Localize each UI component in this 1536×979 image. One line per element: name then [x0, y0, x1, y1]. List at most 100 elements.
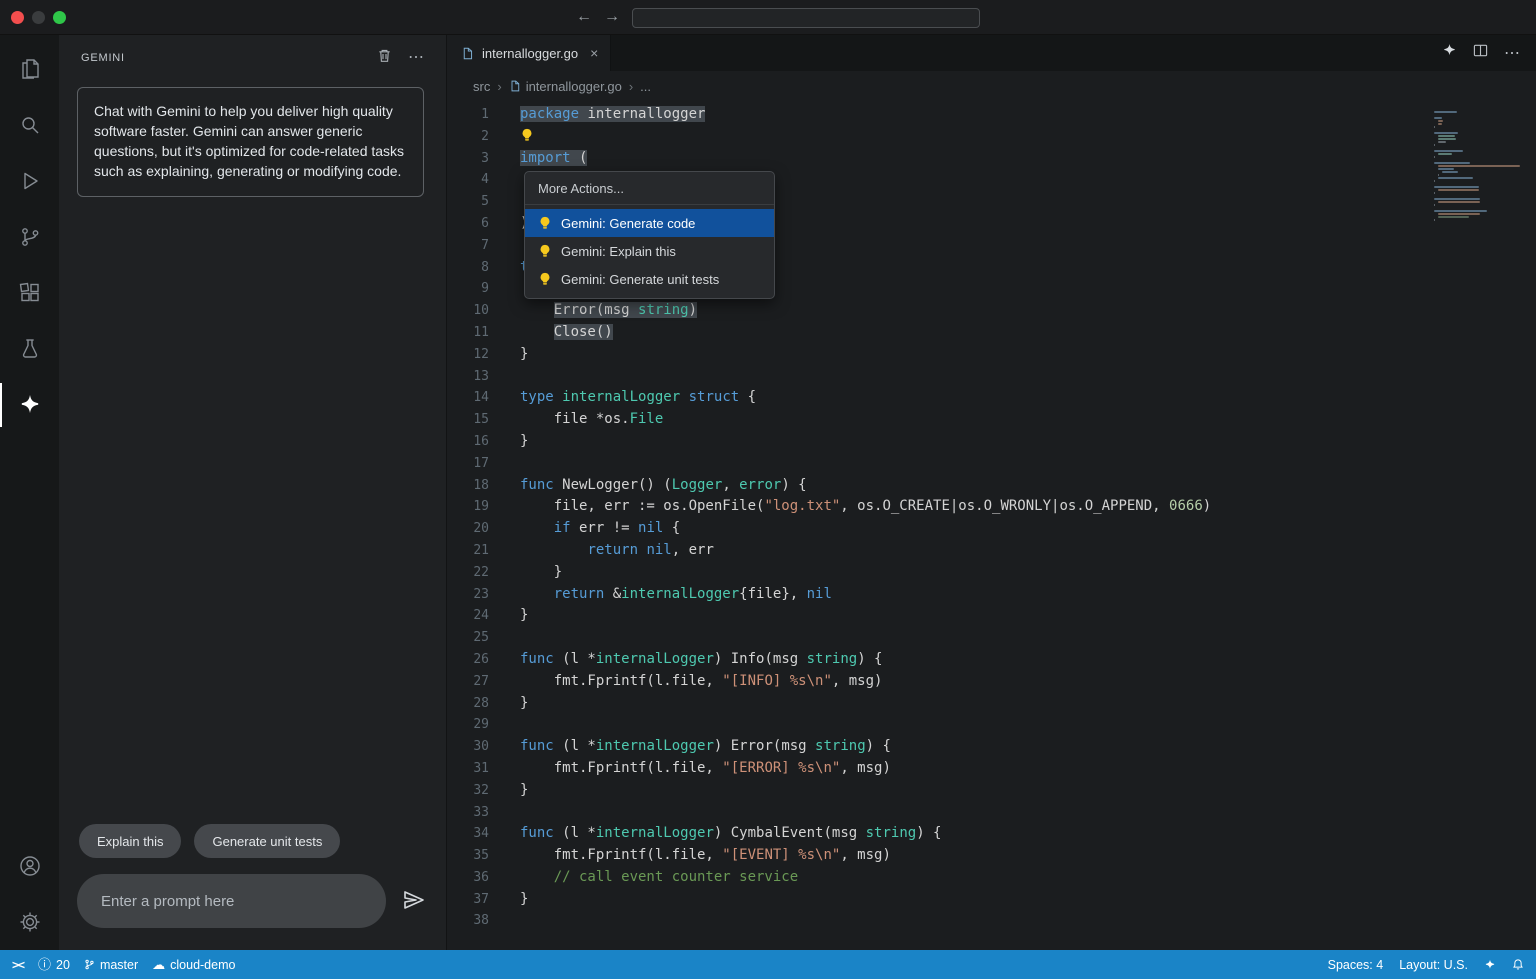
lightbulb-icon[interactable] — [538, 216, 552, 230]
status-item-spaces-4[interactable]: Spaces: 4 — [1328, 958, 1384, 972]
quick-action-generate-unit-tests[interactable]: Generate unit tests — [194, 824, 341, 858]
extensions-icon[interactable] — [0, 265, 59, 321]
code-text[interactable] — [497, 366, 520, 388]
code-line[interactable]: 28} — [447, 693, 1536, 715]
code-text[interactable]: return &internalLogger{file}, nil — [497, 584, 832, 606]
status-item-sparkle[interactable] — [1484, 959, 1496, 971]
code-text[interactable]: } — [497, 693, 528, 715]
code-text[interactable]: type internalLogger struct { — [497, 387, 756, 409]
code-line[interactable]: 38 — [447, 910, 1536, 932]
tab-close-icon[interactable]: × — [590, 45, 598, 61]
settings-gear-icon[interactable] — [0, 894, 59, 950]
code-line[interactable]: 23 return &internalLogger{file}, nil — [447, 584, 1536, 606]
code-line[interactable]: 10 Error(msg string) — [447, 300, 1536, 322]
code-text[interactable]: package internallogger — [497, 104, 706, 126]
maximize-window-button[interactable] — [53, 10, 66, 24]
code-text[interactable]: if err != nil { — [497, 518, 680, 540]
code-editor[interactable]: 1package internallogger23import (4 "fmt"… — [447, 101, 1536, 950]
code-text[interactable] — [497, 235, 520, 257]
status-item-master[interactable]: master — [84, 958, 138, 972]
code-text[interactable]: Close() — [497, 322, 613, 344]
status-item-20[interactable]: ⓘ 20 — [38, 958, 70, 972]
clear-chat-trash-icon[interactable] — [377, 48, 392, 68]
code-text[interactable] — [497, 910, 520, 932]
gemini-icon[interactable] — [0, 377, 59, 433]
prompt-input[interactable] — [77, 874, 386, 928]
code-text[interactable]: Error(msg string) — [497, 300, 698, 322]
code-text[interactable] — [497, 126, 534, 148]
context-menu-item[interactable]: Gemini: Generate code — [525, 209, 774, 237]
code-line[interactable]: 25 — [447, 627, 1536, 649]
context-menu-item[interactable]: Gemini: Explain this — [525, 237, 774, 265]
code-text[interactable]: import ( — [497, 148, 588, 170]
address-bar[interactable] — [632, 8, 980, 28]
code-line[interactable]: 33 — [447, 802, 1536, 824]
code-line[interactable]: 27 fmt.Fprintf(l.file, "[INFO] %s\n", ms… — [447, 671, 1536, 693]
lightbulb-icon[interactable] — [520, 128, 534, 142]
code-text[interactable]: func (l *internalLogger) CymbalEvent(msg… — [497, 823, 941, 845]
code-line[interactable]: 17 — [447, 453, 1536, 475]
code-line[interactable]: 11 Close() — [447, 322, 1536, 344]
code-text[interactable]: fmt.Fprintf(l.file, "[ERROR] %s\n", msg) — [497, 758, 891, 780]
code-text[interactable]: } — [497, 344, 528, 366]
editor-more-actions-icon[interactable]: ⋯ — [1504, 43, 1520, 63]
code-line[interactable]: 34 func (l *internalLogger) CymbalEvent(m… — [447, 823, 1536, 845]
code-text[interactable]: // call event counter service — [497, 867, 798, 889]
code-line[interactable]: 1 package internallogger — [447, 104, 1536, 126]
code-text[interactable]: } — [497, 889, 528, 911]
code-text[interactable] — [497, 714, 520, 736]
code-line[interactable]: 21 return nil, err — [447, 540, 1536, 562]
context-menu-item[interactable]: Gemini: Generate unit tests — [525, 265, 774, 293]
code-text[interactable]: } — [497, 605, 528, 627]
code-line[interactable]: 16} — [447, 431, 1536, 453]
code-text[interactable]: } — [497, 431, 528, 453]
lightbulb-icon[interactable] — [538, 272, 552, 286]
code-line[interactable]: 20 if err != nil { — [447, 518, 1536, 540]
code-text[interactable]: fmt.Fprintf(l.file, "[EVENT] %s\n", msg) — [497, 845, 891, 867]
breadcrumb-item[interactable]: ... — [640, 79, 651, 94]
status-item-cloud-demo[interactable]: ☁ cloud-demo — [152, 958, 235, 972]
code-line[interactable]: 15 file *os.File — [447, 409, 1536, 431]
code-line[interactable]: 24} — [447, 605, 1536, 627]
split-editor-icon[interactable] — [1473, 43, 1488, 63]
code-line[interactable]: 3 import ( — [447, 148, 1536, 170]
testing-icon[interactable] — [0, 321, 59, 377]
code-text[interactable]: fmt.Fprintf(l.file, "[INFO] %s\n", msg) — [497, 671, 883, 693]
code-line[interactable]: 19 file, err := os.OpenFile("log.txt", o… — [447, 496, 1536, 518]
sidebar-more-icon[interactable]: ⋯ — [408, 50, 424, 66]
code-text[interactable]: file *os.File — [497, 409, 664, 431]
minimap[interactable] — [1434, 111, 1526, 225]
code-line[interactable]: 29 — [447, 714, 1536, 736]
lightbulb-icon[interactable] — [538, 244, 552, 258]
minimize-window-button[interactable] — [32, 10, 45, 24]
code-text[interactable]: return nil, err — [497, 540, 713, 562]
code-line[interactable]: 14 type internalLogger struct { — [447, 387, 1536, 409]
run-debug-icon[interactable] — [0, 153, 59, 209]
code-text[interactable]: func (l *internalLogger) Error(msg strin… — [497, 736, 891, 758]
code-text[interactable]: } — [497, 780, 528, 802]
code-text[interactable] — [497, 802, 520, 824]
status-item-layout-u-s[interactable]: Layout: U.S. — [1399, 958, 1468, 972]
status-item-bell[interactable] — [1512, 958, 1524, 971]
code-line[interactable]: 26 func (l *internalLogger) Info(msg stri… — [447, 649, 1536, 671]
forward-button[interactable]: → — [604, 8, 620, 26]
tab-internallogger[interactable]: internallogger.go × — [447, 35, 612, 71]
breadcrumb-item[interactable]: internallogger.go — [509, 79, 622, 94]
search-icon[interactable] — [0, 97, 59, 153]
status-item-remote[interactable]: >< — [12, 958, 25, 972]
code-line[interactable]: 31 fmt.Fprintf(l.file, "[ERROR] %s\n", m… — [447, 758, 1536, 780]
back-button[interactable]: ← — [576, 8, 592, 26]
code-text[interactable] — [497, 627, 520, 649]
send-prompt-button[interactable] — [400, 886, 428, 917]
code-line[interactable]: 36 // call event counter service — [447, 867, 1536, 889]
code-text[interactable]: func (l *internalLogger) Info(msg string… — [497, 649, 882, 671]
code-line[interactable]: 12} — [447, 344, 1536, 366]
code-line[interactable]: 2 — [447, 126, 1536, 148]
quick-action-explain-this[interactable]: Explain this — [79, 824, 182, 858]
close-window-button[interactable] — [11, 10, 24, 24]
code-line[interactable]: 37} — [447, 889, 1536, 911]
code-line[interactable]: 18 func NewLogger() (Logger, error) { — [447, 475, 1536, 497]
code-line[interactable]: 32} — [447, 780, 1536, 802]
breadcrumb-item[interactable]: src — [473, 79, 490, 94]
code-line[interactable]: 30 func (l *internalLogger) Error(msg str… — [447, 736, 1536, 758]
